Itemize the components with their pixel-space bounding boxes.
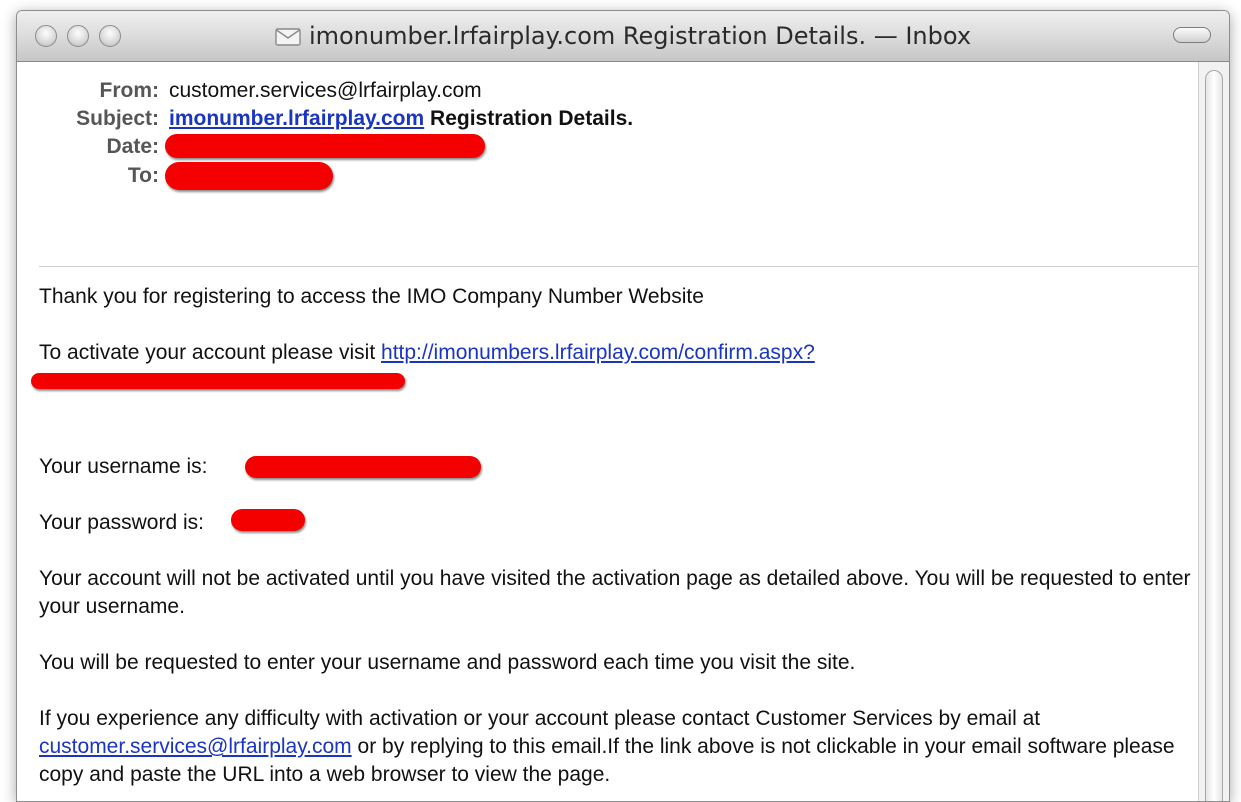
date-label: Date:	[106, 135, 159, 158]
activate-paragraph: To activate your account please visit ht…	[39, 339, 1193, 367]
difficulty-email-link[interactable]: customer.services@lrfairplay.com	[39, 735, 352, 758]
activation-url-redaction	[31, 373, 405, 389]
activate-text: To activate your account please visit	[39, 341, 382, 364]
subject-text: Registration Details.	[430, 107, 634, 130]
scrollbar-thumb[interactable]	[1205, 70, 1223, 801]
date-redaction	[165, 134, 485, 158]
header-divider	[39, 266, 1199, 267]
not-activated-paragraph: Your account will not be activated until…	[39, 567, 1191, 618]
difficulty-text: If you experience any difficulty with ac…	[39, 707, 1041, 730]
to-label: To:	[127, 164, 159, 187]
title-bar[interactable]: imonumber.lrfairplay.com Registration De…	[17, 11, 1229, 62]
password-paragraph: Your password is:i	[39, 509, 1193, 537]
each-time-paragraph: You will be requested to enter your user…	[39, 651, 856, 674]
mail-window: imonumber.lrfairplay.com Registration De…	[16, 10, 1230, 802]
activate-link[interactable]: http://imonumbers.lrfairplay.com/confirm…	[381, 341, 815, 364]
password-redaction	[231, 509, 305, 531]
username-paragraph: Your username is:	[39, 453, 1193, 481]
vertical-scrollbar[interactable]	[1198, 62, 1229, 801]
from-label: From:	[99, 79, 160, 102]
thanks-paragraph: Thank you for registering to access the …	[39, 285, 704, 308]
window-title: imonumber.lrfairplay.com Registration De…	[308, 22, 972, 50]
toolbar-toggle-button[interactable]	[1173, 27, 1211, 43]
username-label: Your username is:	[39, 455, 208, 478]
username-redaction	[245, 456, 481, 478]
envelope-icon	[275, 25, 301, 53]
window-title-group: imonumber.lrfairplay.com Registration De…	[17, 22, 1229, 53]
message-content: From: customer.services@lrfairplay.com S…	[31, 61, 1199, 801]
password-label: Your password is:	[39, 511, 204, 534]
subject-label: Subject:	[76, 107, 159, 130]
to-redaction	[165, 162, 333, 190]
difficulty-paragraph: If you experience any difficulty with ac…	[39, 705, 1193, 789]
from-value[interactable]: customer.services@lrfairplay.com	[169, 79, 482, 103]
subject-value: imonumber.lrfairplay.com Registration De…	[169, 107, 633, 131]
subject-link[interactable]: imonumber.lrfairplay.com	[169, 107, 424, 130]
